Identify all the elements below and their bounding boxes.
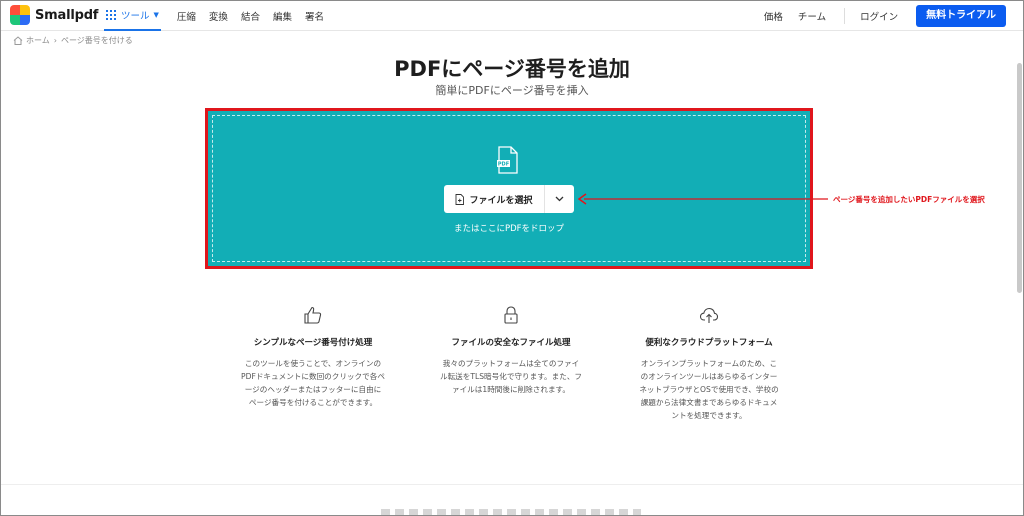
cloud-upload-icon [699,307,719,323]
smallpdf-logo-icon [10,5,30,25]
next-section-heading-peek [381,509,641,515]
feature-desc-line: ページ番号を付けることができます。 [248,398,378,407]
feature-cloud-platform: 便利なクラウドプラットフォーム オンラインプラットフォームのため、こ のオンライ… [619,305,799,422]
nav-tools-menu[interactable]: ツール ▼ [104,1,161,31]
feature-desc-line: このツールを使うことで、オンラインの [244,359,382,368]
nav-tools-label: ツール [121,11,150,22]
home-icon [13,36,23,45]
nav-item-merge[interactable]: 結合 [241,9,260,23]
choose-file-label: ファイルを選択 [469,195,533,206]
feature-desc-line: ァイルは1時間後に削除されます。 [452,385,570,394]
breadcrumb-separator-icon: › [53,36,57,45]
feature-title: シンプルなページ番号付け処理 [253,338,373,348]
feature-desc-line: ージのヘッダーまたはフッターに自由に [244,385,382,394]
feature-desc-line: 課題から法律文書まであらゆるドキュメ [640,398,778,407]
breadcrumb-current: ページ番号を付ける [60,36,133,45]
feature-desc-line: ル転送をTLS暗号化で守ります。また、フ [439,372,583,381]
pdf-icon-label: PDF [498,162,509,168]
header-actions: 価格 チーム ログイン 無料トライアル [749,5,1006,27]
feature-title: 便利なクラウドプラットフォーム [645,338,773,348]
feature-desc-line: 我々のプラットフォームは全てのファイ [442,359,580,368]
lock-icon [504,306,518,324]
free-trial-button[interactable]: 無料トライアル [916,5,1006,27]
feature-desc-line: ントを処理できます。 [671,411,747,420]
breadcrumb: ホーム › ページ番号を付ける [13,35,133,46]
annotation-text: ページ番号を追加したいPDFファイルを選択 [833,195,985,204]
feature-desc-line: オンラインプラットフォームのため、こ [640,359,778,368]
nav-item-sign[interactable]: 署名 [305,9,324,23]
choose-source-dropdown[interactable] [545,185,574,213]
top-header: Smallpdf ツール ▼ 圧縮 変換 結合 編集 署名 価格 チーム ログイ… [1,1,1023,31]
feature-desc-line: PDFドキュメントに数回のクリックで各ペ [241,372,385,381]
page-scrollbar[interactable] [1016,31,1022,515]
feature-desc-line: のオンラインツールはあらゆるインター [640,372,778,381]
feature-title: ファイルの安全なファイル処理 [451,338,571,348]
pdf-file-icon: PDF [497,146,518,174]
feature-description: 我々のプラットフォームは全てのファイ ル転送をTLS暗号化で守ります。また、フ … [421,357,601,396]
login-link[interactable]: ログイン [860,9,898,23]
breadcrumb-home[interactable]: ホーム [26,35,50,46]
feature-description: オンラインプラットフォームのため、こ のオンラインツールはあらゆるインター ネッ… [619,357,799,422]
nav-item-edit[interactable]: 編集 [273,9,292,23]
chevron-down-icon [555,196,564,202]
nav-item-compress[interactable]: 圧縮 [177,9,196,23]
header-divider [844,8,846,24]
file-dropzone[interactable]: PDF ファイルを選択 またはここにPDFをドロップ [208,111,810,266]
logo-text: Smallpdf [35,7,99,23]
feature-simple-numbering: シンプルなページ番号付け処理 このツールを使うことで、オンラインの PDFドキュ… [223,305,403,409]
annotation-arrow-icon [578,193,828,205]
feature-description: このツールを使うことで、オンラインの PDFドキュメントに数回のクリックで各ペ … [223,357,403,409]
team-link[interactable]: チーム [798,9,826,23]
choose-file-group: ファイルを選択 [444,185,574,213]
section-divider [1,484,1023,485]
feature-desc-line: ネットブラウザとOSで使用でき、学校の [639,385,779,394]
feature-secure-processing: ファイルの安全なファイル処理 我々のプラットフォームは全てのファイ ル転送をTL… [421,305,601,396]
browser-frame: Smallpdf ツール ▼ 圧縮 変換 結合 編集 署名 価格 チーム ログイ… [0,0,1024,516]
caret-down-icon: ▼ [153,11,159,19]
page-title: PDFにページ番号を追加 [394,57,630,81]
drop-hint-text: またはここにPDFをドロップ [453,224,565,234]
nav-item-convert[interactable]: 変換 [209,9,228,23]
pricing-link[interactable]: 価格 [764,9,783,23]
page-subtitle: 簡単にPDFにページ番号を挿入 [435,84,589,97]
choose-file-button[interactable]: ファイルを選択 [444,185,545,213]
scrollbar-thumb[interactable] [1017,63,1022,293]
file-icon [456,193,465,205]
main-nav: ツール ▼ 圧縮 変換 結合 編集 署名 [104,1,337,31]
thumbs-up-icon [304,306,322,324]
apps-grid-icon [106,10,116,20]
logo[interactable]: Smallpdf [10,5,98,25]
